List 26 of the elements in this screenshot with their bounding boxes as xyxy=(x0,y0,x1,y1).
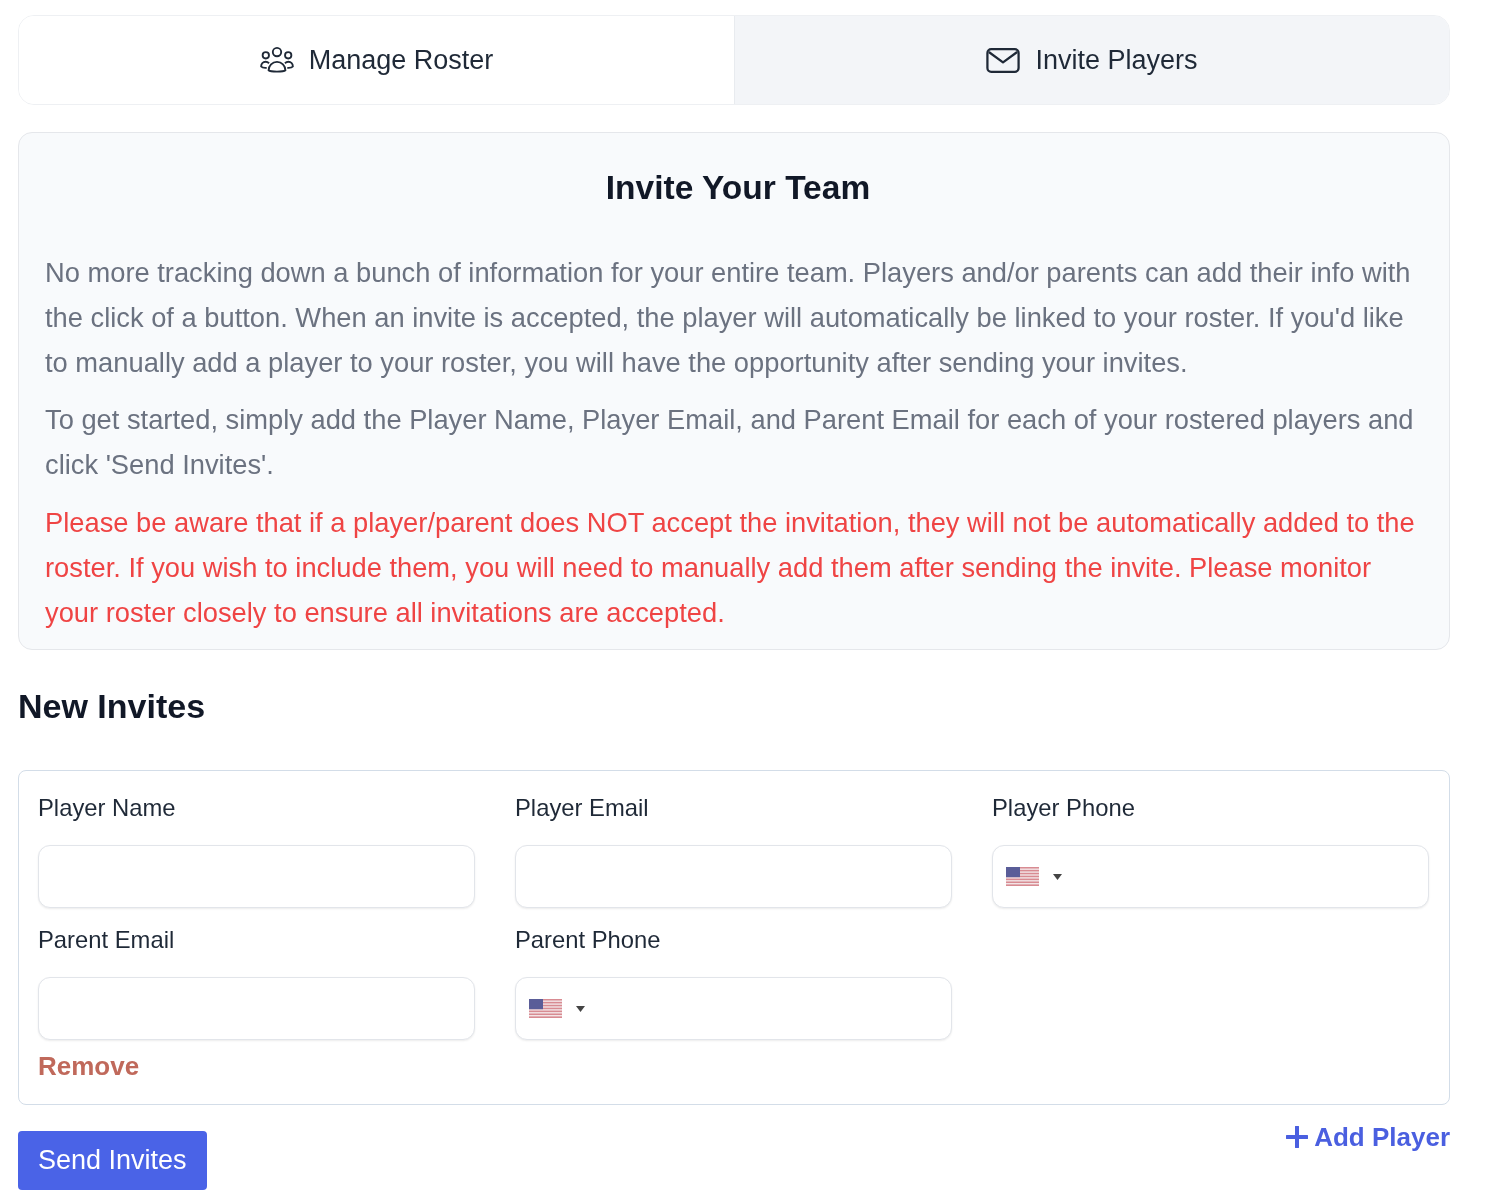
caret-icon[interactable] xyxy=(576,1005,585,1012)
text-input-field[interactable] xyxy=(38,977,475,1040)
info-paragraph: No more tracking down a bunch of information for your entire team. Players and/or parents can add their info with the click of a button. When an invite is accepted, the player will automatically be linked to your roster. If you'd like to manually add a player to your roster, you will have the opportunity after sending your invites. xyxy=(45,256,1412,380)
people-icon xyxy=(259,46,294,74)
flag-icon[interactable] xyxy=(1006,867,1039,886)
send-invites-button[interactable]: Send Invites xyxy=(18,1131,207,1190)
field-label: Player Name xyxy=(38,793,176,823)
info-paragraph: To get started, simply add the Player Name, Player Email, and Parent Email for each of your rostered players and click 'Send Invites'. xyxy=(45,403,1415,482)
warning-paragraph: Please be aware that if a player/parent does NOT accept the invitation, they will not be automatically added to the roster. If you wish to include them, you will need to manually add them after sending the invite. Please monitor your roster closely to ensure all invitations are accepted. xyxy=(45,506,1416,630)
card-title: Invite Your Team xyxy=(604,168,872,208)
phone-input-field[interactable] xyxy=(992,845,1429,908)
remove-link[interactable]: Remove xyxy=(38,1051,140,1081)
plus-icon xyxy=(1286,1126,1309,1148)
caret-icon[interactable] xyxy=(1053,873,1062,880)
text-input-field[interactable] xyxy=(38,845,475,908)
phone-input-field[interactable] xyxy=(515,977,952,1040)
text-input-field[interactable] xyxy=(515,845,952,908)
add-player-link[interactable]: Add Player xyxy=(1286,1122,1450,1152)
envelope-icon xyxy=(986,46,1021,74)
field-label: Parent Phone xyxy=(515,925,661,955)
field-label: Player Phone xyxy=(992,793,1135,823)
section-title: New Invites xyxy=(18,686,206,727)
flag-icon[interactable] xyxy=(529,999,562,1018)
invite-tab[interactable]: Invite Players xyxy=(734,16,1449,104)
field-label: Player Email xyxy=(515,793,649,823)
field-label: Parent Email xyxy=(38,925,175,955)
